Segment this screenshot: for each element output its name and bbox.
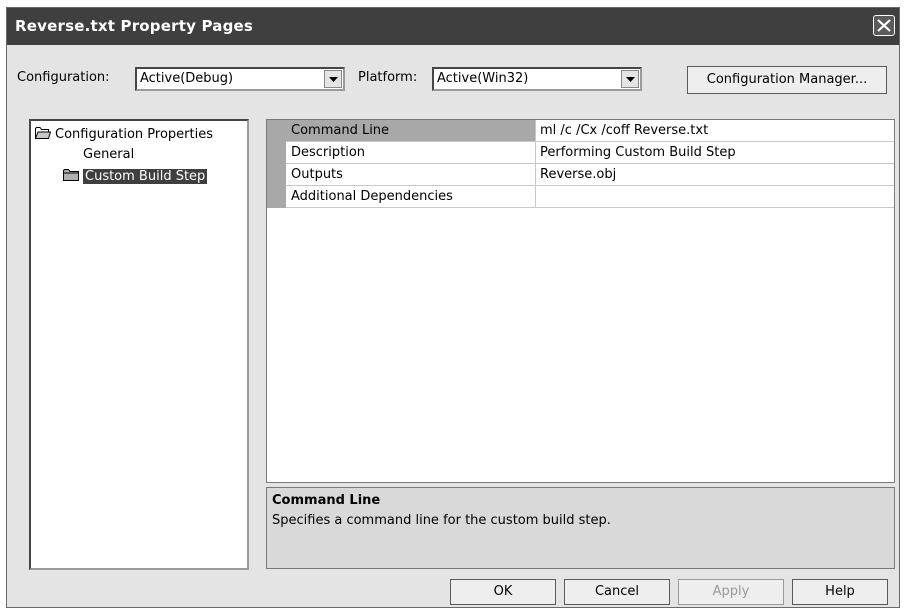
property-value[interactable]: Reverse.obj bbox=[536, 164, 894, 186]
help-button[interactable]: Help bbox=[792, 579, 888, 605]
folder-open-icon bbox=[34, 126, 52, 143]
chevron-down-icon bbox=[626, 77, 635, 82]
ok-button[interactable]: OK bbox=[450, 579, 556, 605]
property-name: Description bbox=[286, 142, 536, 164]
row-gutter bbox=[267, 164, 286, 186]
configuration-manager-button[interactable]: Configuration Manager... bbox=[687, 66, 887, 94]
row-gutter bbox=[267, 186, 286, 208]
description-text: Specifies a command line for the custom … bbox=[272, 513, 611, 528]
property-value[interactable]: Performing Custom Build Step bbox=[536, 142, 894, 164]
tree-item-general[interactable]: General bbox=[83, 147, 134, 162]
platform-dropdown-button[interactable] bbox=[621, 70, 639, 88]
tree-item-label: General bbox=[83, 147, 135, 162]
platform-label: Platform: bbox=[358, 70, 418, 85]
configuration-label: Configuration: bbox=[17, 70, 110, 85]
platform-value: Active(Win32) bbox=[437, 71, 529, 86]
configuration-value: Active(Debug) bbox=[140, 71, 234, 86]
row-gutter bbox=[267, 120, 286, 142]
property-row-description[interactable]: Description Performing Custom Build Step bbox=[267, 142, 894, 164]
property-value[interactable] bbox=[536, 186, 894, 208]
close-icon bbox=[877, 19, 891, 32]
property-row-additional-dependencies[interactable]: Additional Dependencies bbox=[267, 186, 894, 208]
cancel-button[interactable]: Cancel bbox=[564, 579, 670, 605]
folder-icon bbox=[63, 168, 79, 185]
tree-item-label: Custom Build Step bbox=[83, 169, 208, 184]
chevron-down-icon bbox=[329, 77, 338, 82]
close-button[interactable] bbox=[873, 15, 895, 36]
window-title: Reverse.txt Property Pages bbox=[15, 17, 254, 35]
apply-button[interactable]: Apply bbox=[678, 579, 784, 605]
property-value[interactable]: ml /c /Cx /coff Reverse.txt bbox=[536, 120, 894, 142]
property-grid[interactable]: Command Line ml /c /Cx /coff Reverse.txt… bbox=[266, 119, 895, 483]
description-panel: Command Line Specifies a command line fo… bbox=[266, 487, 895, 569]
title-bar[interactable]: Reverse.txt Property Pages bbox=[7, 8, 899, 45]
property-name: Command Line bbox=[286, 120, 536, 142]
configuration-dropdown-button[interactable] bbox=[324, 70, 342, 88]
property-name: Outputs bbox=[286, 164, 536, 186]
configuration-tree[interactable]: Configuration Properties General Custom … bbox=[29, 119, 249, 570]
property-pages-dialog: Reverse.txt Property Pages Configuration… bbox=[6, 7, 900, 608]
tree-item-custom-build-step[interactable]: Custom Build Step bbox=[63, 168, 208, 185]
tree-item-label: Configuration Properties bbox=[55, 127, 213, 142]
row-gutter bbox=[267, 142, 286, 164]
configuration-select[interactable]: Active(Debug) bbox=[135, 67, 345, 91]
platform-select[interactable]: Active(Win32) bbox=[432, 67, 642, 91]
tree-item-configuration-properties[interactable]: Configuration Properties bbox=[34, 126, 213, 143]
property-name: Additional Dependencies bbox=[286, 186, 536, 208]
property-row-command-line[interactable]: Command Line ml /c /Cx /coff Reverse.txt bbox=[267, 120, 894, 142]
description-title: Command Line bbox=[272, 493, 381, 508]
property-row-outputs[interactable]: Outputs Reverse.obj bbox=[267, 164, 894, 186]
